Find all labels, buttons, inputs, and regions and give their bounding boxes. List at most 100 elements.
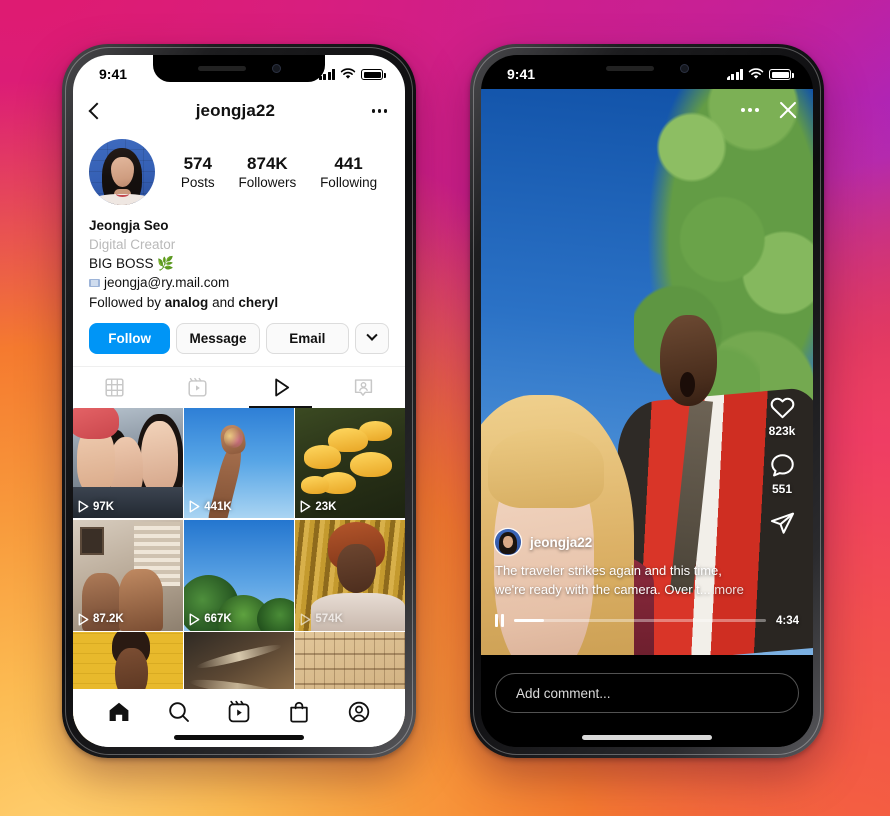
followed-by: Followed by analog and cheryl bbox=[89, 293, 389, 312]
video-play-icon bbox=[275, 378, 290, 397]
bio-email-row: jeongja@ry.mail.com bbox=[89, 273, 389, 292]
comment-action[interactable]: 551 bbox=[769, 452, 796, 496]
view-count: 667K bbox=[189, 613, 232, 626]
view-count-text: 574K bbox=[315, 613, 343, 626]
play-outline-icon bbox=[78, 500, 89, 513]
grid-item[interactable]: 574K bbox=[295, 520, 405, 631]
reel-author[interactable]: jeongja22 bbox=[495, 529, 747, 556]
reel-caption: The traveler strikes again and this time… bbox=[495, 562, 747, 599]
profile-tabs bbox=[73, 365, 405, 408]
stat-followers[interactable]: 874K Followers bbox=[238, 153, 296, 192]
grid-item[interactable]: 23K bbox=[295, 407, 405, 519]
view-count: 97K bbox=[78, 500, 114, 513]
search-icon[interactable] bbox=[167, 700, 191, 724]
earpiece-speaker bbox=[605, 66, 654, 71]
reel-video[interactable]: 823k 551 jeongja22 The traveler strikes … bbox=[481, 89, 813, 655]
front-camera bbox=[679, 64, 689, 73]
share-action[interactable] bbox=[769, 510, 796, 537]
followed-mid: and bbox=[208, 294, 239, 310]
profile-avatar[interactable] bbox=[89, 139, 155, 205]
bio-email[interactable]: jeongja@ry.mail.com bbox=[104, 273, 229, 292]
profile-stats: 574 Posts 874K Followers 441 Following bbox=[163, 153, 389, 192]
pause-icon[interactable] bbox=[495, 614, 504, 627]
back-chevron-icon[interactable] bbox=[88, 102, 106, 120]
stat-following[interactable]: 441 Following bbox=[320, 153, 377, 192]
grid-icon bbox=[105, 378, 124, 397]
status-indicators bbox=[726, 68, 794, 80]
earpiece-speaker bbox=[197, 66, 246, 71]
battery-icon bbox=[361, 69, 386, 80]
view-count: 574K bbox=[300, 613, 343, 626]
progress-track[interactable] bbox=[513, 619, 766, 622]
view-count: 441K bbox=[189, 500, 232, 513]
profile-header: jeongja22 bbox=[73, 89, 405, 133]
home-icon[interactable] bbox=[107, 700, 131, 724]
caption-line-1: The traveler strikes again and this time… bbox=[495, 563, 722, 579]
mutual-user-2[interactable]: cheryl bbox=[238, 295, 278, 310]
more-options-icon[interactable] bbox=[368, 101, 391, 120]
bio-line: BIG BOSS 🌿 bbox=[89, 256, 175, 272]
stat-label: Followers bbox=[238, 174, 297, 190]
comment-count: 551 bbox=[771, 482, 793, 496]
add-comment-input[interactable]: Add comment... bbox=[495, 673, 799, 713]
email-button[interactable]: Email bbox=[265, 322, 349, 354]
tab-videos[interactable] bbox=[239, 367, 322, 408]
profile-summary: 574 Posts 874K Followers 441 Following bbox=[73, 133, 405, 205]
status-time: 9:41 bbox=[99, 66, 128, 82]
wifi-icon bbox=[748, 68, 764, 79]
email-icon bbox=[89, 279, 100, 288]
author-avatar[interactable] bbox=[495, 529, 521, 556]
battery-icon bbox=[769, 69, 794, 80]
stat-label: Posts bbox=[180, 174, 215, 190]
heart-icon bbox=[770, 397, 794, 419]
shop-bag-icon[interactable] bbox=[287, 700, 311, 724]
like-action[interactable]: 823k bbox=[769, 394, 796, 438]
play-outline-icon bbox=[300, 613, 311, 626]
reel-top-controls bbox=[741, 99, 799, 121]
reel-scrubber: 4:34 bbox=[481, 614, 813, 627]
profile-actions: Follow Message Email bbox=[73, 312, 405, 354]
view-count-text: 97K bbox=[93, 500, 115, 513]
close-x-icon[interactable] bbox=[777, 99, 799, 121]
more-actions-button[interactable] bbox=[354, 322, 389, 354]
grid-item[interactable]: 441K bbox=[184, 407, 294, 519]
view-count-text: 441K bbox=[204, 500, 232, 513]
stat-label: Following bbox=[320, 174, 378, 190]
tagged-person-icon bbox=[354, 379, 373, 396]
view-count-text: 23K bbox=[315, 500, 337, 513]
message-button[interactable]: Message bbox=[176, 322, 260, 354]
view-count: 23K bbox=[300, 500, 337, 513]
more-options-icon[interactable] bbox=[741, 108, 759, 112]
author-username: jeongja22 bbox=[530, 534, 593, 550]
chevron-down-icon bbox=[366, 329, 378, 342]
play-outline-icon bbox=[189, 613, 200, 626]
mutual-user-1[interactable]: analog bbox=[165, 295, 209, 310]
reels-icon bbox=[188, 377, 207, 397]
profile-bio: Jeongja Seo Digital Creator BIG BOSS 🌿 j… bbox=[73, 205, 405, 312]
left-phone-screen: 9:41 jeongja22 574 Posts 874K Followers … bbox=[73, 55, 405, 747]
tab-grid[interactable] bbox=[73, 367, 156, 408]
stat-value: 441 bbox=[334, 153, 363, 173]
stat-value: 574 bbox=[183, 153, 212, 173]
stat-value: 874K bbox=[247, 153, 288, 173]
view-count-text: 667K bbox=[204, 613, 232, 626]
follow-button[interactable]: Follow bbox=[89, 322, 171, 354]
duration-label: 4:34 bbox=[775, 614, 799, 627]
person-front-bangs bbox=[487, 428, 604, 508]
profile-circle-icon[interactable] bbox=[347, 700, 371, 724]
grid-item[interactable]: 667K bbox=[184, 520, 294, 631]
caption-more-link[interactable]: more bbox=[714, 582, 744, 597]
reels-icon[interactable] bbox=[227, 700, 251, 724]
status-time: 9:41 bbox=[507, 66, 536, 82]
display-name: Jeongja Seo bbox=[89, 218, 169, 233]
tab-reels[interactable] bbox=[156, 367, 239, 408]
wifi-icon bbox=[340, 68, 356, 79]
stat-posts[interactable]: 574 Posts bbox=[181, 153, 215, 192]
creator-category: Digital Creator bbox=[89, 237, 176, 253]
page-title: jeongja22 bbox=[195, 101, 276, 120]
view-count-text: 87.2K bbox=[93, 613, 124, 626]
grid-item[interactable]: 87.2K bbox=[73, 520, 183, 631]
play-outline-icon bbox=[300, 500, 311, 513]
grid-item[interactable]: 97K bbox=[73, 407, 183, 519]
tab-tagged[interactable] bbox=[322, 367, 405, 408]
